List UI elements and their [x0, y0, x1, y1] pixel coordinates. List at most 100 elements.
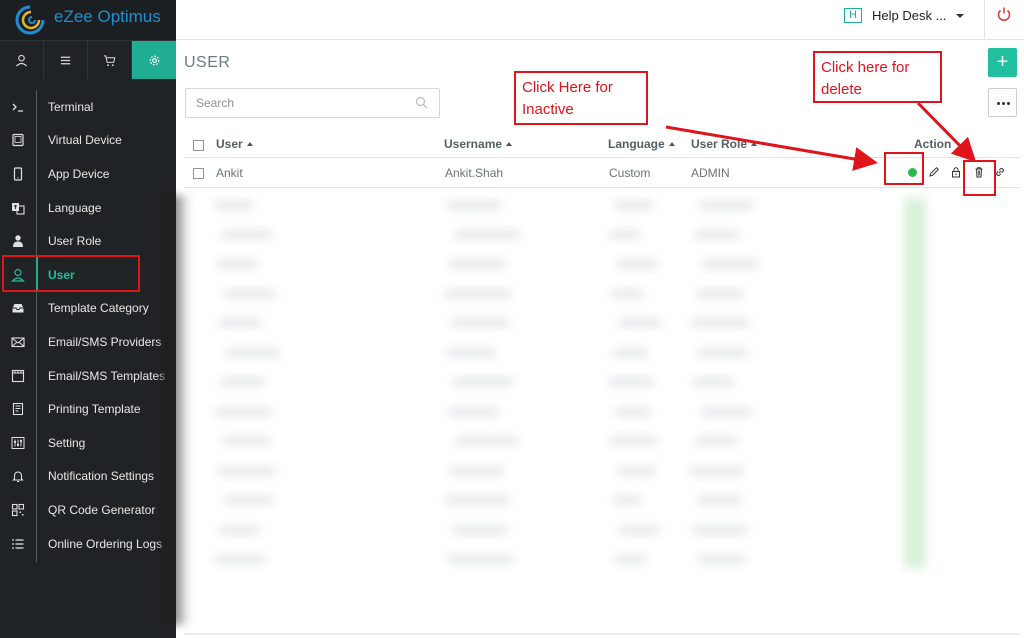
blurred-cell: [222, 438, 270, 444]
tablet-icon: [0, 124, 36, 158]
power-icon[interactable]: [996, 6, 1012, 22]
blurred-cell: [608, 379, 654, 385]
blurred-cell: [223, 290, 276, 297]
blurred-cell: [697, 497, 742, 503]
annotation-inactive: Click Here for Inactive: [514, 71, 648, 125]
blurred-cell: [615, 408, 652, 415]
menu-icon[interactable]: [44, 41, 88, 79]
sidebar-item-label: App Device: [48, 166, 110, 181]
template-icon: [0, 359, 36, 393]
row-checkbox[interactable]: [193, 168, 204, 179]
sidebar-item-qr-code-generator[interactable]: QR Code Generator: [0, 493, 176, 527]
column-label: Language: [608, 137, 665, 151]
sidebar-item-terminal[interactable]: Terminal: [0, 90, 176, 124]
sidebar-item-email-sms-providers[interactable]: Email/SMS Providers: [0, 325, 176, 359]
sidebar-shadow: [162, 195, 190, 625]
sidebar-item-setting[interactable]: Setting: [0, 426, 176, 460]
blurred-cell: [696, 290, 744, 297]
column-header-action: Action: [914, 137, 952, 151]
help-desk-badge: H: [844, 8, 862, 23]
sort-asc-icon: [751, 142, 758, 146]
cell-username: Ankit.Shah: [445, 166, 504, 180]
sidebar-item-label: Online Ordering Logs: [48, 536, 163, 551]
search-input[interactable]: [196, 96, 396, 110]
cart-icon[interactable]: [88, 41, 132, 79]
column-header-username[interactable]: Username: [444, 137, 513, 151]
list-icon: [0, 527, 36, 561]
sidebar-item-label: Email/SMS Providers: [48, 334, 162, 349]
blurred-cell: [444, 290, 512, 297]
lock-icon[interactable]: [950, 166, 962, 178]
top-header: H Help Desk ...: [176, 0, 1024, 40]
mobile-icon: [0, 157, 36, 191]
blurred-cell: [224, 497, 274, 503]
sort-asc-icon: [506, 142, 513, 146]
blurred-cell: [453, 379, 514, 385]
dot: [1007, 102, 1010, 105]
sidebar-item-email-sms-templates[interactable]: Email/SMS Templates: [0, 359, 176, 393]
sidebar-item-printing-template[interactable]: Printing Template: [0, 392, 176, 426]
blurred-cell: [452, 526, 508, 533]
blurred-cell: [214, 556, 266, 562]
sidebar: eZee Optimus Terminal Virtual Device App…: [0, 0, 176, 638]
column-label: User Role: [691, 137, 748, 151]
sidebar-menu: Terminal Virtual Device App Device Langu…: [0, 90, 176, 560]
sidebar-item-label: Terminal: [48, 99, 94, 114]
select-all-checkbox[interactable]: [193, 140, 204, 151]
header-divider: [984, 0, 985, 40]
search-icon[interactable]: [415, 96, 428, 109]
column-header-language[interactable]: Language: [608, 137, 675, 151]
blurred-status-column: [904, 198, 926, 568]
blurred-cell: [609, 231, 640, 238]
blurred-cell: [612, 497, 642, 503]
column-header-user-role[interactable]: User Role: [691, 137, 758, 151]
blurred-cell: [693, 379, 734, 385]
blurred-cell: [215, 408, 272, 415]
sidebar-item-label: Setting: [48, 435, 86, 450]
more-options-button[interactable]: [988, 88, 1017, 117]
person-icon: [0, 224, 36, 258]
sidebar-item-notification-settings[interactable]: Notification Settings: [0, 460, 176, 494]
blurred-cell: [221, 231, 272, 238]
sidebar-item-template-category[interactable]: Template Category: [0, 292, 176, 326]
sidebar-item-language[interactable]: Language: [0, 191, 176, 225]
sidebar-item-label: Language: [48, 200, 102, 215]
logo-text: eZee Optimus: [54, 7, 161, 26]
blurred-cell: [611, 290, 644, 297]
sliders-icon: [0, 426, 36, 460]
dot: [1002, 102, 1005, 105]
sidebar-item-user-role[interactable]: User Role: [0, 224, 176, 258]
help-desk-dropdown[interactable]: Help Desk ...: [872, 8, 946, 23]
sidebar-item-online-ordering-logs[interactable]: Online Ordering Logs: [0, 527, 176, 561]
blurred-cell: [698, 349, 748, 356]
blurred-cell: [701, 261, 758, 267]
sidebar-item-label: Template Category: [48, 301, 149, 316]
column-label: User: [216, 137, 243, 151]
edit-pencil-icon[interactable]: [928, 166, 940, 178]
blurred-cell: [449, 261, 506, 267]
blurred-cell: [610, 438, 658, 444]
gear-icon[interactable]: [132, 41, 176, 79]
logo[interactable]: eZee Optimus: [0, 0, 176, 40]
sidebar-item-app-device[interactable]: App Device: [0, 157, 176, 191]
column-header-user[interactable]: User: [216, 137, 253, 151]
blurred-cell: [455, 438, 518, 444]
sidebar-item-label: Notification Settings: [48, 469, 155, 484]
sidebar-item-label: Virtual Device: [48, 133, 122, 148]
add-user-button[interactable]: +: [988, 48, 1017, 77]
sidebar-item-virtual-device[interactable]: Virtual Device: [0, 124, 176, 158]
table-bottom-border: [184, 633, 1020, 635]
logo-mark-icon: [15, 5, 45, 35]
blurred-cell: [445, 497, 510, 503]
annotation-box-status: [884, 152, 924, 185]
sidebar-item-label: User Role: [48, 234, 102, 249]
blurred-cell: [214, 202, 254, 208]
blurred-cell: [454, 231, 520, 238]
blurred-cell: [220, 379, 266, 385]
blurred-cell: [447, 556, 514, 562]
user-icon[interactable]: [0, 41, 44, 79]
chevron-down-icon[interactable]: [956, 14, 964, 18]
blurred-cell: [690, 467, 744, 474]
annotation-delete: Click here for delete: [813, 51, 942, 103]
blurred-cell: [218, 320, 262, 326]
